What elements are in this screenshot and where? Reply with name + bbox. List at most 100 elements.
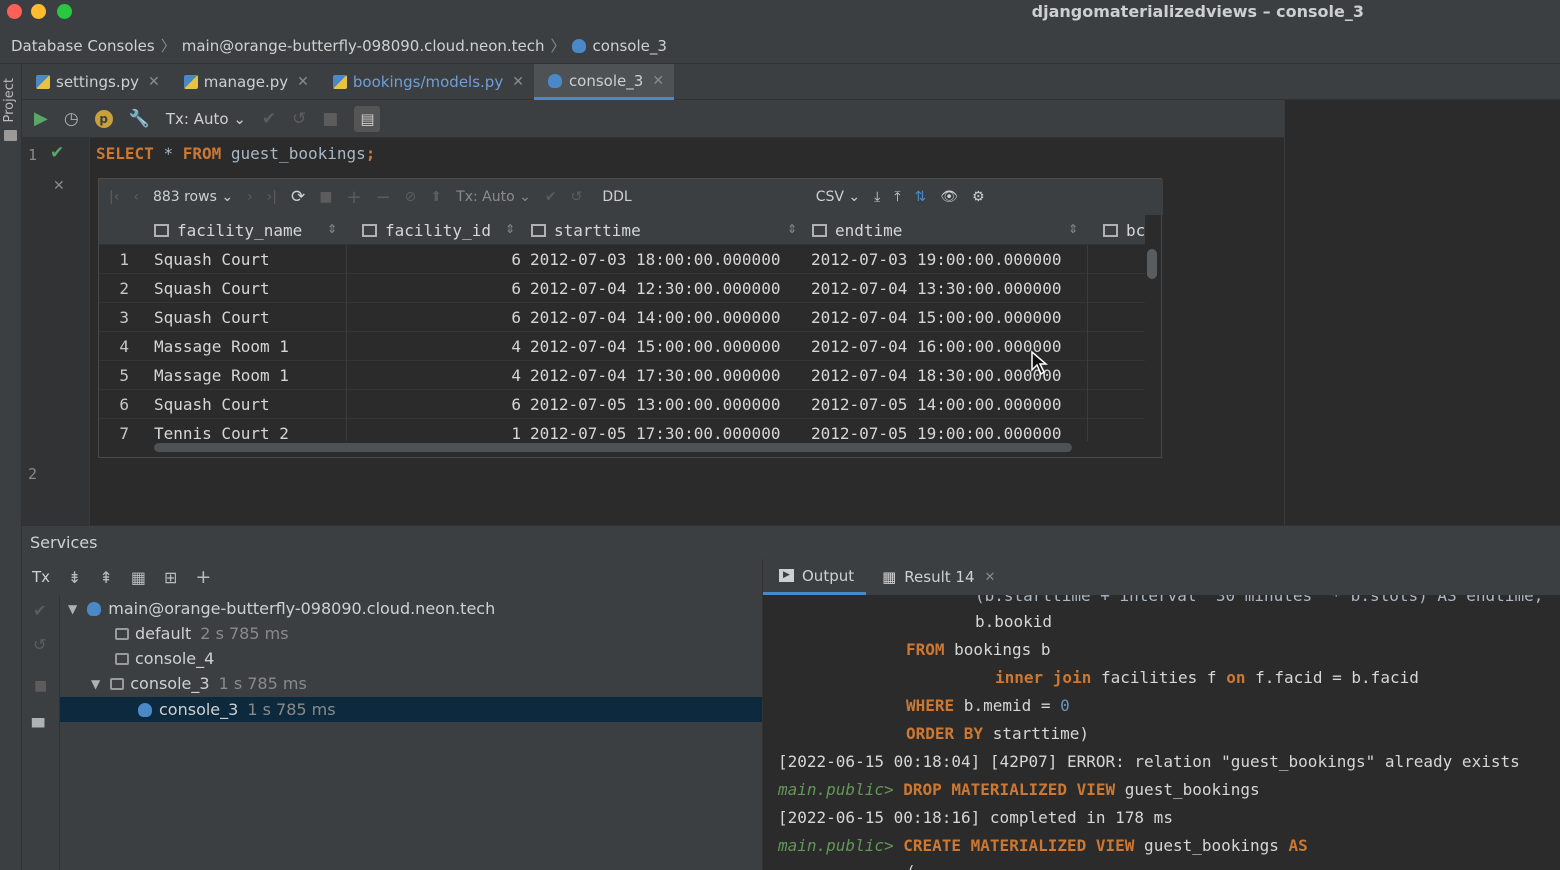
tab-output[interactable]: ▶ Output [763,559,867,595]
add-icon[interactable]: + [195,566,211,588]
close-icon[interactable]: ✕ [148,74,160,90]
delete-row-icon[interactable]: − [376,187,391,208]
console-output[interactable]: (b.starttime + interval '30 minutes' * b… [762,595,1560,870]
tab-settings-py[interactable]: settings.py ✕ [22,64,170,100]
rollback-icon[interactable]: ↺ [571,189,583,205]
execute-icon[interactable]: ▶ [34,108,48,129]
wrench-icon[interactable]: 🔧 [129,109,150,129]
breadcrumb-host[interactable]: main@orange-butterfly-098090.cloud.neon.… [182,37,545,55]
rollback-icon[interactable]: ↺ [33,635,46,654]
tree-item-default[interactable]: default 2 s 785 ms [60,621,762,646]
ddl-button[interactable]: DDL [602,189,631,205]
cell-facility-name[interactable]: Tennis Court 2 [154,419,344,441]
cell-facility-id[interactable]: 1 [349,419,521,441]
tx-mode-select[interactable]: Tx: Auto ⌄ [456,189,531,205]
cell-endtime[interactable]: 2012-07-04 13:30:00.000000 [811,274,1087,303]
group-icon[interactable]: ▦ [131,568,146,587]
project-tool-button[interactable]: Project [2,78,17,122]
cell-starttime[interactable]: 2012-07-04 15:00:00.000000 [530,332,806,361]
explain-plan-icon[interactable]: p [94,109,113,128]
filter-icon[interactable]: ⊞ [164,568,177,587]
cell-facility-id[interactable]: 6 [349,303,521,332]
cell-facility-id[interactable]: 4 [349,361,521,390]
tree-item-console-3-session[interactable]: console_3 1 s 785 ms [60,697,762,722]
cell-facility-name[interactable]: Massage Room 1 [154,361,344,390]
chevron-down-icon[interactable]: ▼ [68,602,77,616]
cell-facility-id[interactable]: 4 [349,332,521,361]
cell-facility-name[interactable]: Squash Court [154,303,344,332]
tx-icon[interactable]: Tx [32,568,50,586]
sort-icon[interactable]: ⇕ [1068,222,1078,236]
upload-icon[interactable]: ⤒ [894,189,900,205]
column-header-endtime[interactable]: endtime [812,215,902,245]
last-page-icon[interactable]: ›| [267,189,277,205]
rows-count-select[interactable]: 883 rows ⌄ [153,189,233,205]
sort-icon[interactable]: ⇕ [327,222,337,236]
history-icon[interactable]: ◷ [64,109,79,129]
close-result-icon[interactable]: ✕ [53,178,65,194]
sort-icon[interactable]: ⇕ [787,222,797,236]
add-row-icon[interactable]: + [346,187,361,208]
cell-endtime[interactable]: 2012-07-03 19:00:00.000000 [811,245,1087,274]
tree-item-console-4[interactable]: console_4 [60,646,762,671]
cell-endtime[interactable]: 2012-07-04 15:00:00.000000 [811,303,1087,332]
tx-mode-select[interactable]: Tx: Auto ⌄ [166,110,246,128]
breadcrumb-root[interactable]: Database Consoles [11,37,155,55]
close-icon[interactable]: ✕ [297,74,309,90]
cell-starttime[interactable]: 2012-07-05 13:00:00.000000 [530,390,806,419]
column-header-starttime[interactable]: starttime [531,215,641,245]
cell-facility-name[interactable]: Squash Court [154,274,344,303]
cell-endtime[interactable]: 2012-07-05 19:00:00.000000 [811,419,1087,441]
table-row[interactable]: 6 Squash Court 6 2012-07-05 13:00:00.000… [99,390,1145,419]
cell-facility-name[interactable]: Squash Court [154,390,344,419]
breadcrumb-console[interactable]: console_3 [593,37,667,55]
first-page-icon[interactable]: |‹ [109,189,119,205]
sort-icon[interactable]: ⇕ [505,222,515,236]
cell-starttime[interactable]: 2012-07-04 17:30:00.000000 [530,361,806,390]
chevron-down-icon[interactable]: ▼ [91,677,100,691]
table-row[interactable]: 1 Squash Court 6 2012-07-03 18:00:00.000… [99,245,1145,274]
previous-page-icon[interactable]: ‹ [133,189,139,205]
close-icon[interactable]: ✕ [652,73,664,89]
layout-icon[interactable]: ▀ [32,718,44,737]
cell-facility-id[interactable]: 6 [349,390,521,419]
tab-bookings-models-py[interactable]: bookings/models.py ✕ [319,64,534,100]
collapse-all-icon[interactable]: ⇞ [99,568,112,587]
table-row[interactable]: 2 Squash Court 6 2012-07-04 12:30:00.000… [99,274,1145,303]
tab-manage-py[interactable]: manage.py ✕ [170,64,319,100]
stop-icon[interactable]: ■ [34,678,47,694]
expand-all-icon[interactable]: ⇟ [68,568,81,587]
tab-console-3[interactable]: console_3 ✕ [533,64,675,100]
table-row[interactable]: 5 Massage Room 1 4 2012-07-04 17:30:00.0… [99,361,1145,390]
table-row[interactable]: 7 Tennis Court 2 1 2012-07-05 17:30:00.0… [99,419,1145,441]
next-page-icon[interactable]: › [247,189,253,205]
gear-icon[interactable]: ⚙ [972,189,985,205]
export-format-select[interactable]: CSV ⌄ [816,189,860,205]
output-panel-icon[interactable]: ▤ [354,105,381,132]
stop-icon[interactable]: ■ [322,109,338,129]
cell-facility-name[interactable]: Squash Court [154,245,344,274]
tab-result-14[interactable]: ▦ Result 14 ✕ [866,559,1007,595]
revert-icon[interactable]: ⊘ [405,189,417,205]
close-icon[interactable]: ✕ [985,570,996,585]
close-window-button[interactable] [7,4,22,19]
table-row[interactable]: 4 Massage Room 1 4 2012-07-04 15:00:00.0… [99,332,1145,361]
download-icon[interactable]: ⤓ [874,189,880,205]
compare-icon[interactable]: ⇅ [915,189,927,205]
submit-icon[interactable]: ⬆ [430,189,442,205]
commit-icon[interactable]: ✔ [262,109,276,129]
zoom-window-button[interactable] [57,4,72,19]
horizontal-scrollbar[interactable] [154,443,1072,452]
cell-facility-id[interactable]: 6 [349,245,521,274]
minimize-window-button[interactable] [31,4,46,19]
stop-icon[interactable]: ■ [319,189,332,205]
tree-item-console-3[interactable]: ▼ console_3 1 s 785 ms [60,671,762,696]
tree-item-host[interactable]: ▼ main@orange-butterfly-098090.cloud.neo… [60,596,762,621]
commit-icon[interactable]: ✔ [33,601,46,620]
cell-starttime[interactable]: 2012-07-03 18:00:00.000000 [530,245,806,274]
cell-facility-name[interactable]: Massage Room 1 [154,332,344,361]
cell-facility-id[interactable]: 6 [349,274,521,303]
cell-starttime[interactable]: 2012-07-05 17:30:00.000000 [530,419,806,441]
vertical-scrollbar[interactable] [1147,249,1157,279]
close-icon[interactable]: ✕ [512,74,524,90]
